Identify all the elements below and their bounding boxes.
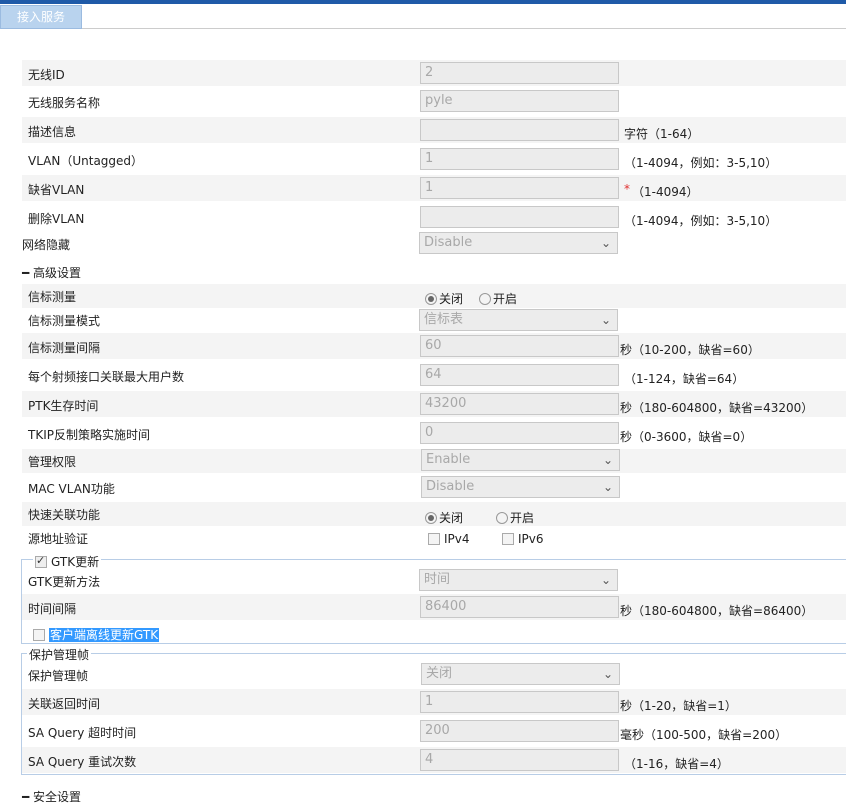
gtk-interval-input[interactable]: 86400 xyxy=(420,596,619,618)
ssid-hide-value: Disable xyxy=(424,235,473,250)
mac-vlan-label: MAC VLAN功能 xyxy=(28,482,115,496)
beacon-mode-select[interactable]: 信标表 ⌄ xyxy=(419,309,618,331)
tab-divider xyxy=(82,28,846,29)
sa-retry-hint: （1-16，缺省=4） xyxy=(624,757,729,771)
beacon-interval-label: 信标测量间隔 xyxy=(28,341,101,355)
default-vlan-hint: （1-4094） xyxy=(632,185,699,199)
service-name-label: 无线服务名称 xyxy=(28,96,101,110)
beacon-measure-label: 信标测量 xyxy=(28,290,77,304)
pmf-label: 保护管理帧 xyxy=(28,669,89,683)
ptk-lifetime-label: PTK生存时间 xyxy=(28,399,99,413)
chevron-down-icon: ⌄ xyxy=(602,453,613,467)
default-vlan-label: 缺省VLAN xyxy=(28,183,85,197)
pmf-value: 关闭 xyxy=(426,666,453,681)
chevron-down-icon: ⌄ xyxy=(600,236,611,250)
tkip-time-hint: 秒（0-3600，缺省=0） xyxy=(620,430,753,444)
radio-selected-icon xyxy=(425,293,437,305)
chevron-down-icon: ⌄ xyxy=(600,313,611,327)
radio-icon xyxy=(479,293,491,305)
ptk-lifetime-input[interactable]: 43200 xyxy=(420,393,619,415)
wireless-id-input[interactable]: 2 xyxy=(420,62,619,84)
max-users-input[interactable]: 64 xyxy=(420,364,619,386)
tkip-time-label: TKIP反制策略实施时间 xyxy=(28,428,150,442)
sa-timeout-label: SA Query 超时时间 xyxy=(28,726,137,740)
ssid-hide-label: 网络隐藏 xyxy=(22,238,71,252)
description-input[interactable] xyxy=(420,119,619,141)
service-name-input[interactable]: pyle xyxy=(420,90,619,112)
delete-vlan-input[interactable] xyxy=(420,206,619,228)
tab-access-service[interactable]: 接入服务 xyxy=(0,5,82,29)
chevron-down-icon: ⌄ xyxy=(600,573,611,587)
default-vlan-input[interactable]: 1 xyxy=(420,177,619,199)
offline-update-checkbox[interactable]: 客户端离线更新GTK xyxy=(33,626,160,643)
beacon-interval-input[interactable]: 60 xyxy=(420,335,619,357)
mac-vlan-value: Disable xyxy=(426,479,475,494)
sa-timeout-hint: 毫秒（100-500，缺省=200） xyxy=(620,728,788,742)
source-verify-label: 源地址验证 xyxy=(28,532,89,546)
assoc-comeback-hint: 秒（1-20，缺省=1） xyxy=(620,699,737,713)
delete-vlan-hint: （1-4094，例如：3-5,10） xyxy=(624,214,778,228)
beacon-mode-label: 信标测量模式 xyxy=(28,314,101,328)
checkbox-icon xyxy=(428,533,440,545)
chevron-down-icon: ⌄ xyxy=(602,480,613,494)
advanced-title-text: 高级设置 xyxy=(33,266,82,280)
gtk-interval-hint: 秒（180-604800，缺省=86400） xyxy=(620,604,814,618)
gtk-interval-label: 时间间隔 xyxy=(28,602,77,616)
security-title-text: 安全设置 xyxy=(33,790,82,804)
gtk-legend-text: GTK更新 xyxy=(51,555,100,569)
vlan-untagged-hint: （1-4094，例如：3-5,10） xyxy=(624,156,778,170)
fast-assoc-on[interactable]: 开启 xyxy=(496,509,534,526)
security-section-title[interactable]: ━ 安全设置 xyxy=(22,788,81,805)
mgmt-right-label: 管理权限 xyxy=(28,455,77,469)
checkbox-icon xyxy=(33,629,45,641)
gtk-method-select[interactable]: 时间 ⌄ xyxy=(419,569,618,591)
sa-retry-input[interactable]: 4 xyxy=(420,749,619,771)
beacon-off-label: 关闭 xyxy=(439,292,464,306)
description-label: 描述信息 xyxy=(28,125,77,139)
radio-icon xyxy=(496,512,508,524)
description-hint: 字符（1-64） xyxy=(624,127,700,141)
wireless-id-label: 无线ID xyxy=(28,68,65,82)
radio-selected-icon xyxy=(425,512,437,524)
ssid-hide-select[interactable]: Disable ⌄ xyxy=(419,232,618,254)
max-users-hint: （1-124，缺省=64） xyxy=(624,372,745,386)
pmf-select[interactable]: 关闭 ⌄ xyxy=(421,663,620,685)
sa-retry-label: SA Query 重试次数 xyxy=(28,755,137,769)
ipv6-checkbox[interactable]: IPv6 xyxy=(502,532,544,546)
offline-update-label: 客户端离线更新GTK xyxy=(49,628,160,642)
assoc-comeback-input[interactable]: 1 xyxy=(420,691,619,713)
required-mark: * xyxy=(624,182,630,196)
gtk-method-value: 时间 xyxy=(424,572,451,587)
mgmt-right-select[interactable]: Enable ⌄ xyxy=(421,449,620,471)
beacon-measure-on[interactable]: 开启 xyxy=(479,290,517,307)
checkbox-checked-icon xyxy=(35,554,47,568)
gtk-method-label: GTK更新方法 xyxy=(28,575,101,589)
ipv4-checkbox[interactable]: IPv4 xyxy=(428,532,470,546)
max-users-label: 每个射频接口关联最大用户数 xyxy=(28,370,185,384)
chevron-down-icon: ⌄ xyxy=(602,667,613,681)
checkbox-icon xyxy=(502,533,514,545)
ipv6-label: IPv6 xyxy=(518,532,544,546)
fast-on-label: 开启 xyxy=(510,511,535,525)
vlan-untagged-input[interactable]: 1 xyxy=(420,148,619,170)
beacon-interval-hint: 秒（10-200，缺省=60） xyxy=(620,343,760,357)
delete-vlan-label: 删除VLAN xyxy=(28,212,85,226)
vlan-untagged-label: VLAN（Untagged） xyxy=(28,154,144,168)
tkip-time-input[interactable]: 0 xyxy=(420,422,619,444)
advanced-section-title[interactable]: ━ 高级设置 xyxy=(22,264,81,281)
fast-assoc-label: 快速关联功能 xyxy=(28,508,101,522)
fast-assoc-off[interactable]: 关闭 xyxy=(425,509,463,526)
assoc-comeback-label: 关联返回时间 xyxy=(28,697,101,711)
sa-timeout-input[interactable]: 200 xyxy=(420,720,619,742)
top-bar xyxy=(0,0,846,4)
mgmt-right-value: Enable xyxy=(426,452,471,467)
beacon-measure-off[interactable]: 关闭 xyxy=(425,290,463,307)
beacon-mode-value: 信标表 xyxy=(424,312,464,327)
beacon-on-label: 开启 xyxy=(493,292,518,306)
mac-vlan-select[interactable]: Disable ⌄ xyxy=(421,476,620,498)
pmf-legend: 保护管理帧 xyxy=(27,646,92,663)
ipv4-label: IPv4 xyxy=(444,532,470,546)
fast-off-label: 关闭 xyxy=(439,511,464,525)
ptk-lifetime-hint: 秒（180-604800，缺省=43200） xyxy=(620,401,814,415)
